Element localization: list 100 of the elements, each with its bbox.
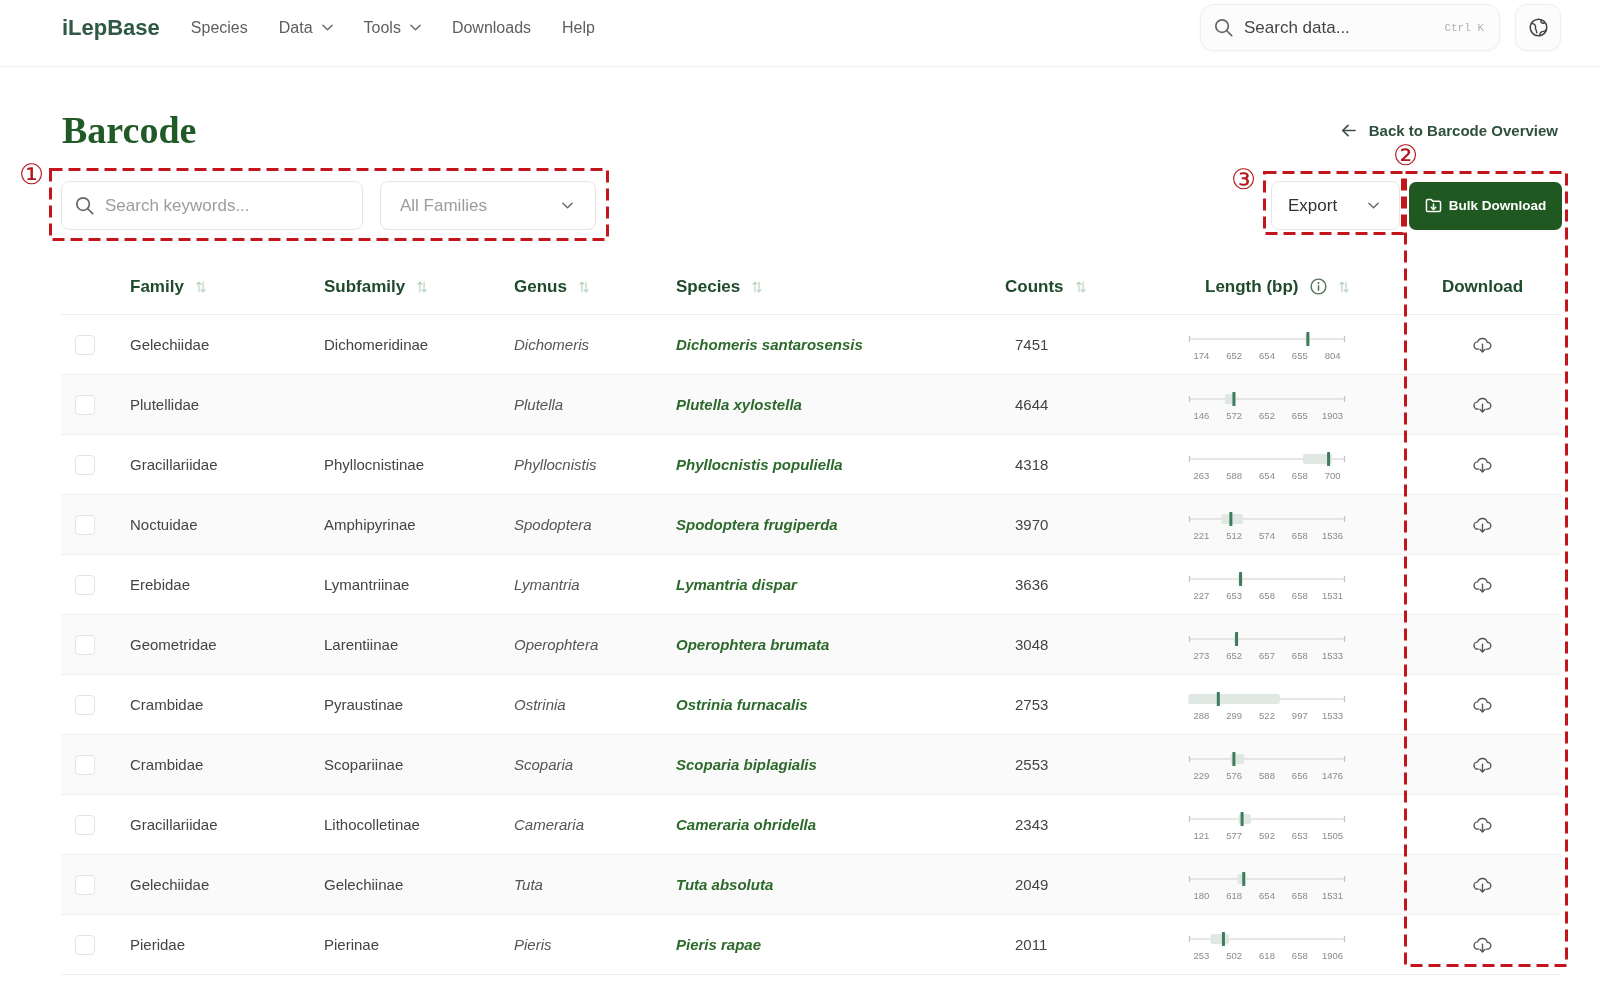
scientific-name-link[interactable]: Ostrinia furnacalis: [676, 696, 808, 713]
subfamily-name: Phyllocnistinae: [324, 456, 425, 473]
cloud-download-icon[interactable]: [1473, 336, 1492, 353]
count-value: 3970: [1015, 516, 1049, 533]
cloud-download-icon[interactable]: [1473, 396, 1492, 413]
sort-icon[interactable]: [195, 280, 206, 293]
row-checkbox[interactable]: [75, 874, 95, 895]
subfamily-name: Lymantriinae: [324, 576, 410, 593]
cloud-download-icon[interactable]: [1473, 516, 1492, 533]
count-value: 2011: [1015, 936, 1048, 953]
family-name: Gelechiidae: [130, 336, 210, 353]
cloud-download-icon[interactable]: [1473, 936, 1492, 953]
family-name: Gracillariidae: [130, 456, 218, 473]
globe-button[interactable]: [1515, 4, 1561, 51]
box-plot-label: 700: [1324, 469, 1341, 482]
column-header: Download: [1441, 276, 1524, 297]
scientific-name-link[interactable]: Scoparia biplagialis: [676, 756, 817, 773]
count-value: 2049: [1015, 876, 1049, 893]
scientific-name-link[interactable]: Operophtera brumata: [676, 636, 830, 653]
export-dropdown[interactable]: Export: [1271, 181, 1400, 230]
box-plot-label: 655: [1291, 409, 1308, 422]
cloud-download-icon[interactable]: [1473, 576, 1492, 593]
genus-name: Tuta: [514, 876, 543, 893]
family-name: Geometridae: [130, 636, 217, 653]
family-name: Gelechiidae: [130, 876, 210, 893]
row-checkbox[interactable]: [75, 814, 95, 835]
box-plot-label: 592: [1259, 829, 1275, 842]
scientific-name-link[interactable]: Plutella xylostella: [676, 396, 802, 413]
box-plot-label: 653: [1291, 829, 1308, 842]
row-checkbox[interactable]: [75, 754, 95, 775]
cloud-download-icon[interactable]: [1473, 756, 1492, 773]
genus-name: Phyllocnistis: [514, 456, 597, 473]
sort-icon[interactable]: [578, 280, 589, 293]
column-header: Counts: [1005, 276, 1064, 297]
box-plot-label: 299: [1226, 709, 1243, 722]
row-checkbox[interactable]: [75, 634, 95, 655]
sort-icon[interactable]: [752, 280, 763, 293]
nav-link[interactable]: Data: [278, 18, 333, 37]
scientific-name-link[interactable]: Tuta absoluta: [676, 876, 774, 893]
row-checkbox[interactable]: [75, 574, 95, 595]
nav-link[interactable]: Downloads: [451, 18, 532, 37]
column-header: Length (bp): [1205, 276, 1299, 297]
row-checkbox[interactable]: [75, 334, 95, 355]
family-name: Crambidae: [130, 756, 204, 773]
scientific-name-link[interactable]: Lymantria dispar: [676, 576, 797, 593]
page-title: Barcode: [62, 108, 197, 153]
box-plot-label: 577: [1226, 829, 1243, 842]
box-plot-label: 654: [1259, 349, 1275, 362]
scientific-name-link[interactable]: Phyllocnistis populiella: [676, 456, 843, 473]
box-plot-label: 658: [1291, 589, 1308, 602]
box-plot-label: 652: [1226, 349, 1243, 362]
info-icon[interactable]: [1310, 278, 1328, 295]
bulk-download-button[interactable]: Bulk Download: [1409, 181, 1562, 230]
nav-link[interactable]: Species: [190, 18, 248, 37]
row-checkbox[interactable]: [75, 514, 95, 535]
count-value: 4644: [1015, 396, 1049, 413]
nav-link[interactable]: Tools: [363, 18, 421, 37]
cloud-download-icon[interactable]: [1473, 636, 1492, 653]
box-plot-label: 1533: [1322, 649, 1344, 662]
cloud-download-icon[interactable]: [1473, 696, 1492, 713]
box-plot-label: 658: [1259, 589, 1275, 602]
box-plot-label: 288: [1193, 709, 1210, 722]
box-plot-label: 576: [1226, 769, 1243, 782]
row-checkbox[interactable]: [75, 454, 95, 475]
sort-icon[interactable]: [1339, 280, 1350, 293]
box-plot-label: 121: [1193, 829, 1210, 842]
box-plot-label: 180: [1193, 889, 1210, 902]
scientific-name-link[interactable]: Pieris rapae: [676, 936, 762, 953]
row-checkbox[interactable]: [75, 394, 95, 415]
box-plot-label: 273: [1193, 649, 1210, 662]
count-value: 2343: [1015, 816, 1049, 833]
subfamily-name: Lithocolletinae: [324, 816, 420, 833]
box-plot-label: 652: [1259, 409, 1275, 422]
family-name: Erebidae: [130, 576, 191, 593]
scientific-name-link[interactable]: Cameraria ohridella: [676, 816, 817, 833]
box-plot-label: 1476: [1322, 769, 1344, 782]
row-checkbox[interactable]: [75, 934, 95, 955]
subfamily-name: Scopariinae: [324, 756, 404, 773]
callout-number: ①: [19, 161, 45, 189]
cloud-download-icon[interactable]: [1473, 456, 1492, 473]
genus-name: Spodoptera: [514, 516, 592, 533]
sort-icon[interactable]: [417, 280, 428, 293]
back-link[interactable]: Back to Barcode Overview: [1340, 121, 1558, 139]
keyword-search-field[interactable]: Search keywords...: [61, 181, 363, 230]
genus-name: Scoparia: [514, 756, 574, 773]
count-value: 2553: [1015, 756, 1049, 773]
cloud-download-icon[interactable]: [1473, 816, 1492, 833]
sort-icon[interactable]: [1075, 280, 1086, 293]
box-plot-label: 512: [1226, 529, 1243, 542]
row-checkbox[interactable]: [75, 694, 95, 715]
scientific-name-link[interactable]: Spodoptera frugiperda: [676, 516, 838, 533]
count-value: 4318: [1015, 456, 1049, 473]
scientific-name-link[interactable]: Dichomeris santarosensis: [676, 336, 863, 353]
column-header: Family: [130, 276, 184, 297]
site-logo[interactable]: iLepBase: [62, 14, 160, 41]
chevron-down-icon: [562, 202, 573, 209]
nav-link[interactable]: Help: [562, 18, 595, 37]
box-plot-label: 1536: [1322, 529, 1344, 542]
box-plot-label: 657: [1259, 649, 1275, 662]
cloud-download-icon[interactable]: [1473, 876, 1492, 893]
